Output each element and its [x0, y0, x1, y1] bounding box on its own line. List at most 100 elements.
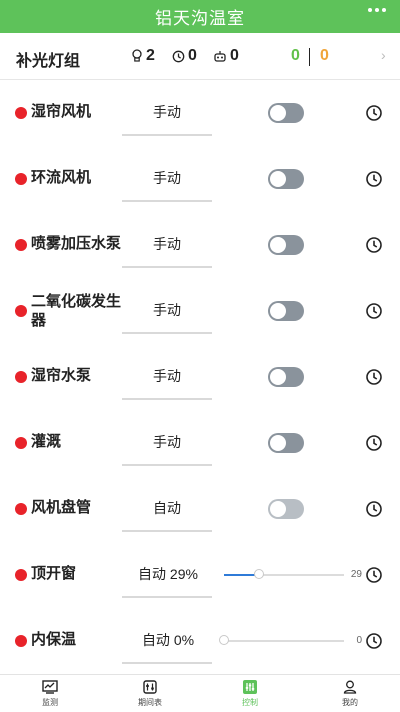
- mode-selector[interactable]: 自动 29%: [128, 564, 208, 584]
- schedule-clock-icon[interactable]: [365, 434, 383, 452]
- mode-underline: [122, 662, 212, 664]
- power-toggle[interactable]: [268, 367, 304, 387]
- tab-label: 控制: [242, 698, 258, 707]
- bulb-stat: 2: [131, 47, 155, 65]
- status-dot: [15, 305, 27, 317]
- schedule-clock-icon[interactable]: [365, 302, 383, 320]
- device-name: 内保温: [31, 631, 77, 648]
- mode-underline: [122, 134, 212, 136]
- schedule-clock-icon[interactable]: [365, 368, 383, 386]
- tab-schedule[interactable]: 期间表: [100, 675, 200, 712]
- schedule-icon: [143, 680, 157, 694]
- device-name: 二氧化碳发生器: [31, 293, 122, 329]
- mode-underline: [122, 464, 212, 466]
- position-slider[interactable]: [224, 569, 344, 579]
- schedule-clock-icon[interactable]: [365, 566, 383, 584]
- device-name: 风机盘管: [31, 499, 92, 516]
- schedule-clock-icon[interactable]: [365, 104, 383, 122]
- device-name: 喷雾加压水泵: [31, 235, 122, 252]
- status-dot: [15, 107, 27, 119]
- slider-value: 29: [350, 569, 362, 580]
- position-slider[interactable]: [219, 635, 344, 645]
- status-dot: [15, 437, 27, 449]
- mode-underline: [122, 200, 212, 202]
- monitor-icon: [42, 680, 58, 694]
- schedule-clock-icon[interactable]: [365, 500, 383, 518]
- count-green: 0: [291, 47, 300, 64]
- mode-selector[interactable]: 手动: [122, 234, 212, 254]
- device-row: 喷雾加压水泵 手动: [0, 212, 400, 279]
- more-options-icon[interactable]: [368, 8, 386, 12]
- power-toggle[interactable]: [268, 169, 304, 189]
- device-row: 湿帘水泵 手动: [0, 344, 400, 411]
- schedule-clock-icon[interactable]: [365, 236, 383, 254]
- status-dot: [15, 173, 27, 185]
- mode-underline: [122, 398, 212, 400]
- schedule-clock-icon[interactable]: [365, 632, 383, 650]
- mode-selector[interactable]: 自动 0%: [128, 630, 208, 650]
- mode-selector[interactable]: 手动: [122, 432, 212, 452]
- power-toggle[interactable]: [268, 301, 304, 321]
- app-header: 铝天沟温室: [0, 0, 400, 33]
- group-title: 补光灯组: [16, 53, 81, 70]
- user-icon: [343, 680, 357, 694]
- schedule-clock-icon[interactable]: [365, 170, 383, 188]
- tab-label: 期间表: [138, 698, 162, 707]
- mode-selector[interactable]: 手动: [122, 300, 212, 320]
- power-toggle[interactable]: [268, 103, 304, 123]
- status-dot: [15, 239, 27, 251]
- power-toggle[interactable]: [268, 499, 304, 519]
- power-toggle[interactable]: [268, 235, 304, 255]
- auto-count: 0: [230, 47, 239, 64]
- device-name: 环流风机: [31, 169, 92, 186]
- device-name: 湿帘水泵: [31, 367, 92, 384]
- robot-icon: [214, 50, 226, 62]
- timer-count: 0: [188, 47, 197, 64]
- tab-label: 监测: [42, 698, 58, 707]
- device-row: 灌溉 手动: [0, 410, 400, 477]
- toggle-knob: [270, 171, 286, 187]
- status-dot: [15, 569, 27, 581]
- device-name: 顶开窗: [31, 565, 77, 582]
- control-icon: [243, 680, 257, 694]
- device-row: 湿帘风机 手动: [0, 80, 400, 147]
- toggle-knob: [270, 105, 286, 121]
- mode-selector[interactable]: 自动: [122, 498, 212, 518]
- mode-selector[interactable]: 手动: [122, 168, 212, 188]
- status-dot: [15, 371, 27, 383]
- app-title: 铝天沟温室: [155, 9, 245, 28]
- timer-stat: 0: [172, 47, 197, 65]
- mode-selector[interactable]: 手动: [122, 366, 212, 386]
- toggle-knob: [270, 237, 286, 253]
- count-orange: 0: [320, 47, 329, 64]
- bulb-count: 2: [146, 47, 155, 64]
- slider-thumb[interactable]: [219, 635, 229, 645]
- slider-thumb[interactable]: [254, 569, 264, 579]
- tab-monitor[interactable]: 监测: [0, 675, 100, 712]
- mode-underline: [122, 596, 212, 598]
- slider-value: 0: [356, 635, 362, 646]
- device-name: 湿帘风机: [31, 103, 92, 120]
- tab-label: 我的: [342, 698, 358, 707]
- device-row: 环流风机 手动: [0, 146, 400, 213]
- mode-selector[interactable]: 手动: [122, 102, 212, 122]
- device-name: 灌溉: [31, 433, 62, 450]
- mode-underline: [122, 332, 212, 334]
- device-row: 二氧化碳发生器 手动: [0, 278, 400, 345]
- device-row: 顶开窗 自动 29% 29: [0, 542, 400, 609]
- device-row: 风机盘管 自动: [0, 476, 400, 543]
- tab-control[interactable]: 控制: [200, 675, 300, 712]
- power-toggle[interactable]: [268, 433, 304, 453]
- mode-underline: [122, 266, 212, 268]
- toggle-knob: [270, 435, 286, 451]
- tab-profile[interactable]: 我的: [300, 675, 400, 712]
- status-dot: [15, 503, 27, 515]
- clock-icon: [172, 50, 185, 62]
- light-group-row[interactable]: 补光灯组 2 0 0 0 0 ›: [0, 33, 400, 80]
- bulb-icon: [132, 49, 142, 62]
- bottom-tab-bar: 监测 期间表 控制 我的: [0, 674, 400, 712]
- chevron-right-icon[interactable]: ›: [381, 47, 386, 63]
- mode-underline: [122, 530, 212, 532]
- toggle-knob: [270, 303, 286, 319]
- count-divider: [309, 48, 310, 66]
